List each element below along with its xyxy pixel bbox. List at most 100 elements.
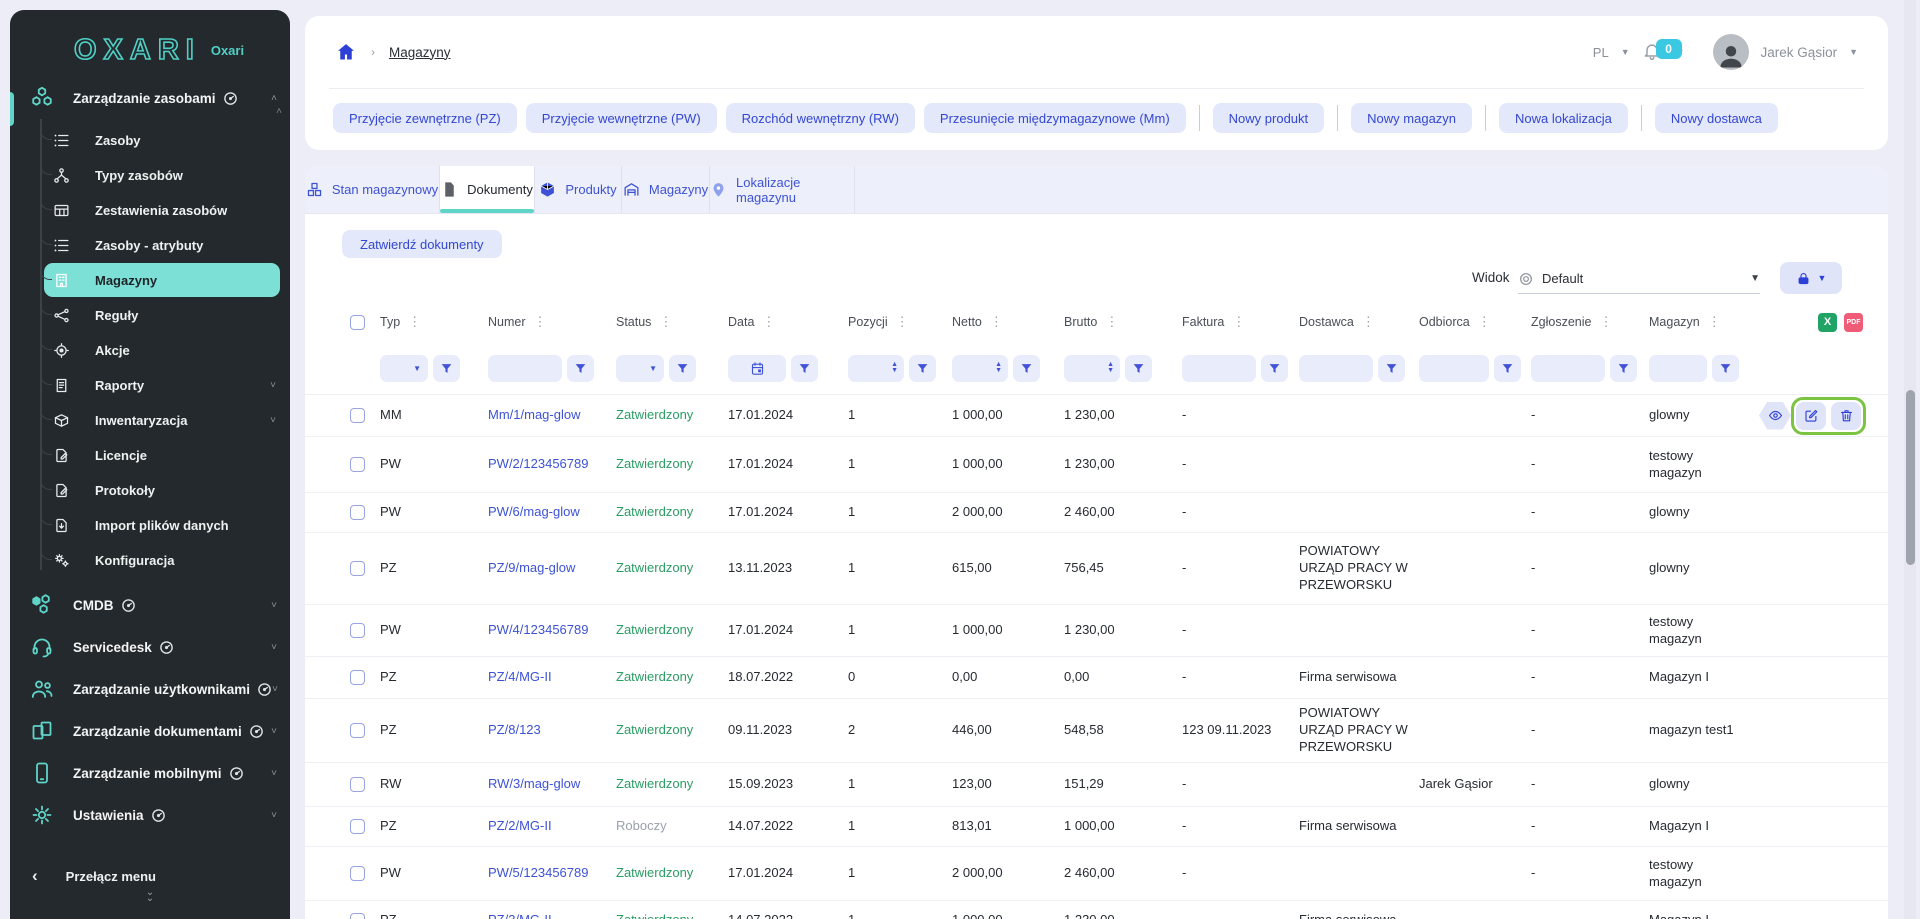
cell-numer[interactable]: PW/4/123456789 xyxy=(488,622,616,639)
column-menu-icon[interactable]: ⋮ xyxy=(1599,314,1612,330)
filter-input[interactable] xyxy=(1531,355,1605,382)
cell-numer[interactable]: PZ/2/MG-II xyxy=(488,818,616,835)
sidebar-scroll-down-icon[interactable]: ⌄⌄ xyxy=(10,890,290,902)
action-button-przyjęcie-zewnętrzne-pz-[interactable]: Przyjęcie zewnętrzne (PZ) xyxy=(333,103,517,133)
export-pdf-icon[interactable]: PDF xyxy=(1844,313,1863,332)
filter-input[interactable] xyxy=(1299,355,1373,382)
funnel-filter-icon[interactable] xyxy=(1378,355,1405,382)
cell-numer[interactable]: PZ/9/mag-glow xyxy=(488,560,616,577)
preview-button[interactable] xyxy=(1759,402,1791,430)
action-button-nowy-magazyn[interactable]: Nowy magazyn xyxy=(1351,103,1472,133)
row-checkbox[interactable] xyxy=(350,561,365,576)
tab-dokumenty[interactable]: Dokumenty xyxy=(440,166,535,213)
sidebar-item-typy-zasobów[interactable]: Typy zasobów xyxy=(10,158,290,193)
table-row[interactable]: PW PW/2/123456789 Zatwierdzony 17.01.202… xyxy=(305,436,1888,492)
column-menu-icon[interactable]: ⋮ xyxy=(659,314,672,330)
action-button-nowy-produkt[interactable]: Nowy produkt xyxy=(1213,103,1324,133)
row-checkbox[interactable] xyxy=(350,819,365,834)
scrollbar-thumb[interactable] xyxy=(1906,390,1915,565)
filter-input[interactable] xyxy=(488,355,562,382)
tab-magazyny[interactable]: Magazyny xyxy=(622,166,710,213)
column-menu-icon[interactable]: ⋮ xyxy=(408,314,421,330)
delete-button[interactable] xyxy=(1831,402,1861,430)
funnel-filter-icon[interactable] xyxy=(669,355,696,382)
tab-lokalizacje-magazynu[interactable]: Lokalizacje magazynu xyxy=(710,166,855,213)
filter-number[interactable]: ▲▼ xyxy=(952,355,1008,382)
filter-input[interactable] xyxy=(1419,355,1489,382)
column-menu-icon[interactable]: ⋮ xyxy=(896,314,909,330)
table-row[interactable]: PZ PZ/2/MG-II Roboczy 14.07.2022 1 813,0… xyxy=(305,806,1888,846)
sidebar-section-servicedesk[interactable]: Servicedesk ˅ xyxy=(10,626,290,668)
table-row[interactable]: MM Mm/1/mag-glow Zatwierdzony 17.01.2024… xyxy=(305,394,1888,436)
chevron-down-icon[interactable]: ▼ xyxy=(1849,47,1858,57)
cell-numer[interactable]: Mm/1/mag-glow xyxy=(488,407,616,424)
funnel-filter-icon[interactable] xyxy=(567,355,594,382)
notifications-bell[interactable]: 0 xyxy=(1642,41,1664,63)
funnel-filter-icon[interactable] xyxy=(1125,355,1152,382)
cell-numer[interactable]: PZ/4/MG-II xyxy=(488,669,616,686)
filter-number[interactable]: ▲▼ xyxy=(848,355,904,382)
cell-numer[interactable]: RW/3/mag-glow xyxy=(488,776,616,793)
action-button-nowa-lokalizacja[interactable]: Nowa lokalizacja xyxy=(1499,103,1628,133)
column-menu-icon[interactable]: ⋮ xyxy=(1362,314,1375,330)
export-excel-icon[interactable]: X xyxy=(1818,313,1837,332)
sidebar-section-ustawienia[interactable]: Ustawienia ˅ xyxy=(10,794,290,836)
sidebar-section-zarządzanie-mobilnymi[interactable]: Zarządzanie mobilnymi ˅ xyxy=(10,752,290,794)
home-icon[interactable] xyxy=(335,42,357,62)
sidebar-toggle[interactable]: ‹ Przełącz menu xyxy=(10,862,290,890)
sidebar-item-zestawienia-zasobów[interactable]: Zestawienia zasobów xyxy=(10,193,290,228)
funnel-filter-icon[interactable] xyxy=(1261,355,1288,382)
column-menu-icon[interactable]: ⋮ xyxy=(762,314,775,330)
page-scrollbar[interactable] xyxy=(1904,0,1916,919)
edit-button[interactable] xyxy=(1796,402,1826,430)
action-button-przesunięcie-międzymagazynowe-mm-[interactable]: Przesunięcie międzymagazynowe (Mm) xyxy=(924,103,1186,133)
column-menu-icon[interactable]: ⋮ xyxy=(990,314,1003,330)
user-name[interactable]: Jarek Gąsior xyxy=(1761,45,1838,60)
funnel-filter-icon[interactable] xyxy=(1494,355,1521,382)
row-checkbox[interactable] xyxy=(350,408,365,423)
row-checkbox[interactable] xyxy=(350,623,365,638)
sidebar-section-zarządzanie-dokumentami[interactable]: Zarządzanie dokumentami ˅ xyxy=(10,710,290,752)
filter-select[interactable]: ▼ xyxy=(380,355,428,382)
sidebar-item-zasoby-atrybuty[interactable]: Zasoby - atrybuty xyxy=(10,228,290,263)
breadcrumb-current[interactable]: Magazyny xyxy=(389,45,451,60)
column-menu-icon[interactable]: ⋮ xyxy=(1232,314,1245,330)
sidebar-item-reguły[interactable]: Reguły xyxy=(10,298,290,333)
table-row[interactable]: PZ PZ/8/123 Zatwierdzony 09.11.2023 2 44… xyxy=(305,698,1888,762)
cell-numer[interactable]: PW/2/123456789 xyxy=(488,456,616,473)
funnel-filter-icon[interactable] xyxy=(433,355,460,382)
row-checkbox[interactable] xyxy=(350,777,365,792)
tab-stan-magazynowy[interactable]: Stan magazynowy xyxy=(305,166,440,213)
language-selector[interactable]: PL xyxy=(1593,45,1609,60)
table-row[interactable]: PZ PZ/3/MG-II Zatwierdzony 14.07.2022 1 … xyxy=(305,900,1888,919)
filter-select[interactable]: ▼ xyxy=(616,355,664,382)
column-menu-icon[interactable]: ⋮ xyxy=(1478,314,1491,330)
row-checkbox[interactable] xyxy=(350,913,365,919)
lock-view-button[interactable]: ▼ xyxy=(1780,262,1842,294)
sidebar-section-zarządzanie-zasobami[interactable]: Zarządzanie zasobami ˄ xyxy=(10,77,290,119)
sidebar-item-inwentaryzacja[interactable]: Inwentaryzacja ˅ xyxy=(10,403,290,438)
filter-number[interactable]: ▲▼ xyxy=(1064,355,1120,382)
row-checkbox[interactable] xyxy=(350,723,365,738)
sidebar-item-licencje[interactable]: Licencje xyxy=(10,438,290,473)
filter-input[interactable] xyxy=(1182,355,1256,382)
select-all-checkbox[interactable] xyxy=(350,315,365,330)
table-row[interactable]: PZ PZ/9/mag-glow Zatwierdzony 13.11.2023… xyxy=(305,532,1888,604)
row-checkbox[interactable] xyxy=(350,866,365,881)
table-row[interactable]: RW RW/3/mag-glow Zatwierdzony 15.09.2023… xyxy=(305,762,1888,806)
sidebar-section-zarządzanie-użytkownikami[interactable]: Zarządzanie użytkownikami ˅ xyxy=(10,668,290,710)
sidebar-item-magazyny[interactable]: Magazyny xyxy=(10,263,290,298)
table-row[interactable]: PZ PZ/4/MG-II Zatwierdzony 18.07.2022 0 … xyxy=(305,656,1888,698)
row-checkbox[interactable] xyxy=(350,505,365,520)
avatar[interactable] xyxy=(1713,34,1749,70)
cell-numer[interactable]: PW/5/123456789 xyxy=(488,865,616,882)
view-select[interactable]: Default ▼ xyxy=(1518,264,1760,294)
sidebar-item-konfiguracja[interactable]: Konfiguracja xyxy=(10,543,290,578)
funnel-filter-icon[interactable] xyxy=(909,355,936,382)
table-row[interactable]: PW PW/5/123456789 Zatwierdzony 17.01.202… xyxy=(305,846,1888,900)
tab-produkty[interactable]: Produkty xyxy=(535,166,622,213)
sidebar-scroll-up-icon[interactable]: ˄ xyxy=(276,106,282,117)
sidebar-item-protokoły[interactable]: Protokoły xyxy=(10,473,290,508)
funnel-filter-icon[interactable] xyxy=(791,355,818,382)
filter-date[interactable] xyxy=(728,355,786,382)
